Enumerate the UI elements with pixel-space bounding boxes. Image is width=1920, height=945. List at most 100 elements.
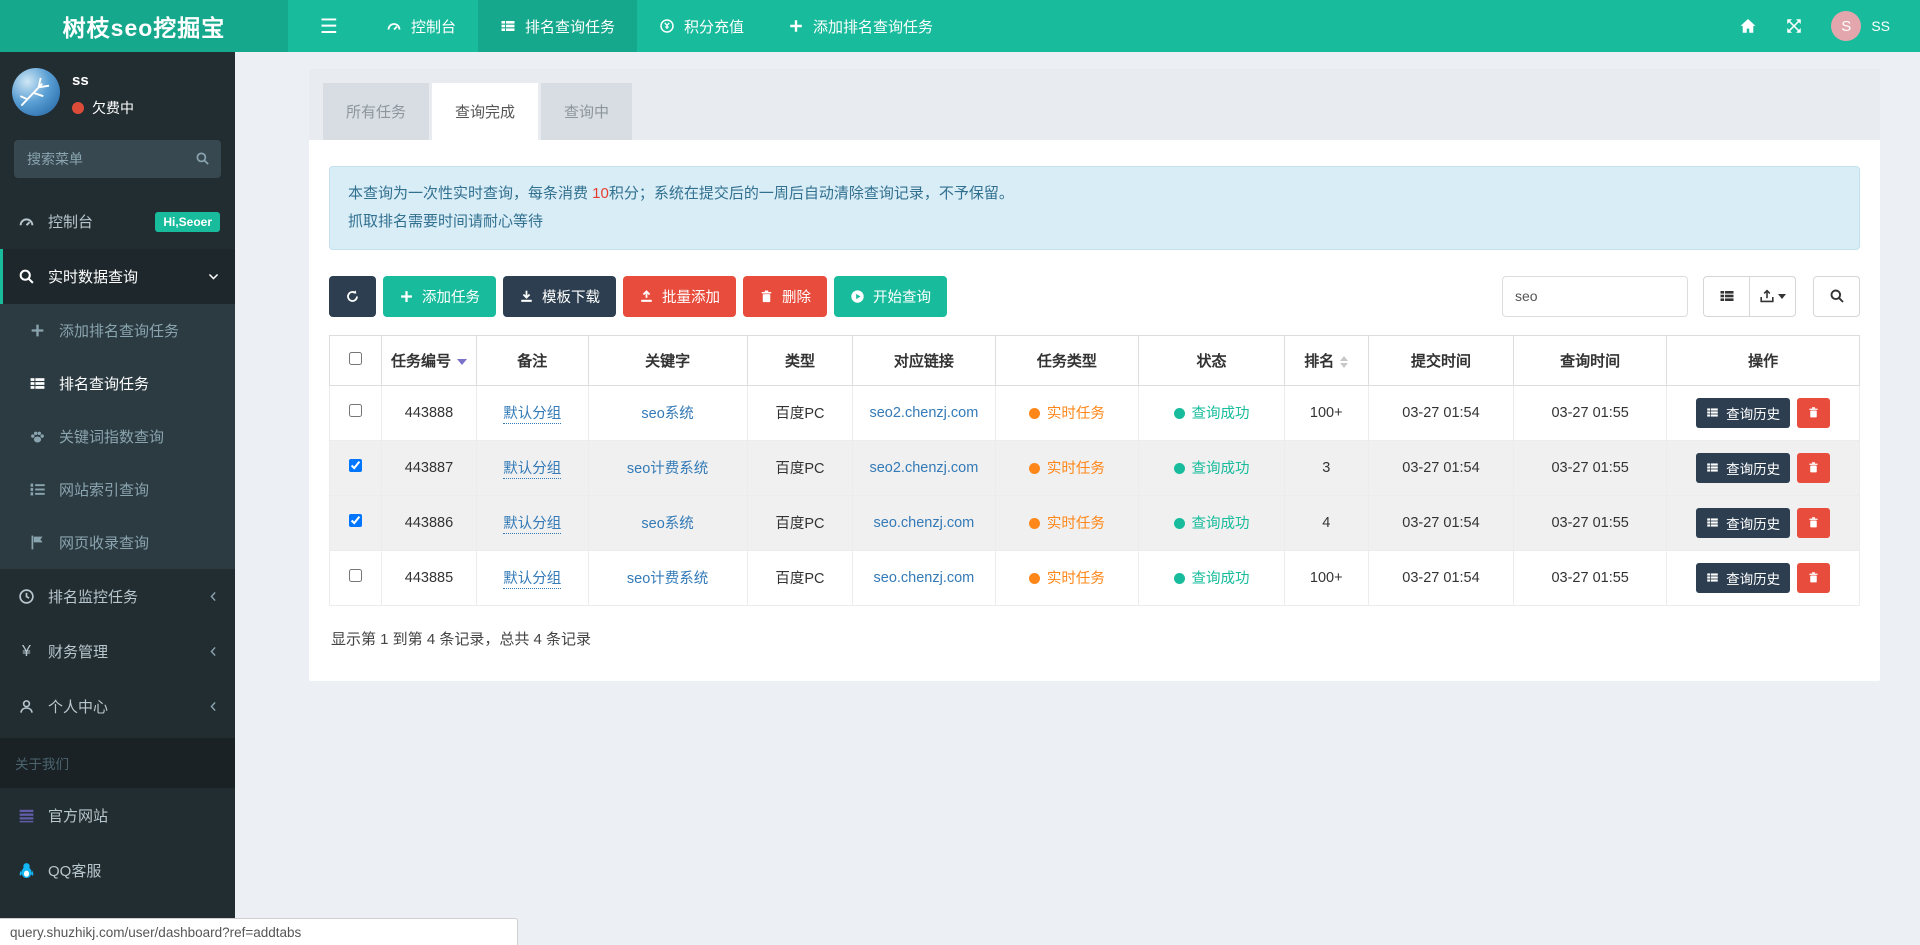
topnav-rank-query-tasks[interactable]: 排名查询任务 bbox=[478, 0, 637, 52]
col-header[interactable]: 查询时间 bbox=[1514, 335, 1667, 385]
col-header[interactable]: 提交时间 bbox=[1368, 335, 1513, 385]
col-header-label: 对应链接 bbox=[894, 353, 954, 370]
sidebar-item-finance[interactable]: ¥ 财务管理 bbox=[0, 624, 235, 679]
target-link[interactable]: seo2.chenzj.com bbox=[869, 460, 978, 476]
search-icon[interactable] bbox=[195, 151, 210, 166]
row-checkbox[interactable] bbox=[349, 404, 362, 417]
sidebar-menu: 控制台 Hi,Seoer 实时数据查询 添加排名查询任务 排名查询任务 关键词指… bbox=[0, 194, 235, 898]
tab-query-done[interactable]: 查询完成 bbox=[432, 83, 538, 140]
start-query-button[interactable]: 开始查询 bbox=[834, 276, 947, 317]
row-delete-button[interactable] bbox=[1797, 508, 1830, 538]
cell-group: 默认分组 bbox=[476, 550, 588, 605]
col-header[interactable]: 类型 bbox=[747, 335, 853, 385]
user-avatar[interactable] bbox=[12, 68, 60, 116]
tab-query-running[interactable]: 查询中 bbox=[541, 83, 632, 140]
sidebar-item-profile[interactable]: 个人中心 bbox=[0, 679, 235, 734]
sidebar-item-rank-query-tasks[interactable]: 排名查询任务 bbox=[0, 357, 235, 410]
cell-link: seo.chenzj.com bbox=[853, 495, 995, 550]
tab-all-tasks[interactable]: 所有任务 bbox=[323, 83, 429, 140]
keyword-link[interactable]: seo计费系统 bbox=[627, 571, 708, 587]
columns-toggle-button[interactable] bbox=[1703, 276, 1750, 317]
topnav-dashboard[interactable]: 控制台 bbox=[364, 0, 478, 52]
sidebar-search-input[interactable] bbox=[14, 140, 221, 178]
sidebar-item-keyword-index-query[interactable]: 关键词指数查询 bbox=[0, 410, 235, 463]
col-header-label: 类型 bbox=[785, 353, 815, 370]
sidebar-item-qq-support[interactable]: QQ客服 bbox=[0, 843, 235, 898]
group-link[interactable]: 默认分组 bbox=[503, 461, 561, 479]
col-header[interactable]: 状态 bbox=[1139, 335, 1284, 385]
sidebar-item-label: 网站索引查询 bbox=[59, 479, 149, 500]
group-link[interactable]: 默认分组 bbox=[503, 406, 561, 424]
fullscreen-icon[interactable] bbox=[1785, 17, 1803, 35]
row-checkbox[interactable] bbox=[349, 459, 362, 472]
sidebar-toggle-button[interactable]: ☰ bbox=[294, 0, 364, 52]
sidebar-item-dashboard[interactable]: 控制台 Hi,Seoer bbox=[0, 194, 235, 249]
cell-actions: 查询历史 bbox=[1667, 385, 1860, 440]
group-link[interactable]: 默认分组 bbox=[503, 571, 561, 589]
sidebar-user-panel: ss 欠费中 bbox=[0, 52, 235, 130]
sidebar-item-rank-monitor-tasks[interactable]: 排名监控任务 bbox=[0, 569, 235, 624]
select-all-checkbox[interactable] bbox=[349, 352, 362, 365]
cell-status: 查询成功 bbox=[1139, 550, 1284, 605]
row-delete-button[interactable] bbox=[1797, 453, 1830, 483]
cell-task-id: 443885 bbox=[382, 550, 477, 605]
export-icon bbox=[1759, 288, 1775, 304]
refresh-button[interactable] bbox=[329, 276, 376, 317]
keyword-link[interactable]: seo计费系统 bbox=[627, 461, 708, 477]
target-link[interactable]: seo.chenzj.com bbox=[874, 570, 975, 586]
row-delete-button[interactable] bbox=[1797, 398, 1830, 428]
col-header[interactable]: 关键字 bbox=[588, 335, 747, 385]
row-checkbox[interactable] bbox=[349, 514, 362, 527]
batch-add-button[interactable]: 批量添加 bbox=[623, 276, 736, 317]
col-header[interactable]: 对应链接 bbox=[853, 335, 995, 385]
sidebar-item-realtime-query[interactable]: 实时数据查询 bbox=[0, 249, 235, 304]
col-header[interactable]: 排名 bbox=[1284, 335, 1368, 385]
user-menu[interactable]: S SS bbox=[1831, 11, 1890, 41]
cell-type: 百度PC bbox=[747, 550, 853, 605]
table-search-button[interactable] bbox=[1813, 276, 1860, 317]
topnav-add-rank-task[interactable]: 添加排名查询任务 bbox=[766, 0, 955, 52]
hamburger-icon: ☰ bbox=[320, 14, 338, 39]
col-header-label: 任务编号 bbox=[391, 353, 451, 370]
home-icon[interactable] bbox=[1739, 17, 1757, 35]
export-button[interactable] bbox=[1749, 276, 1796, 317]
col-header[interactable]: 任务类型 bbox=[995, 335, 1139, 385]
col-header[interactable]: 任务编号 bbox=[382, 335, 477, 385]
cell-task-id: 443888 bbox=[382, 385, 477, 440]
sidebar-item-official-site[interactable]: 官方网站 bbox=[0, 788, 235, 843]
query-history-button[interactable]: 查询历史 bbox=[1696, 453, 1790, 483]
row-checkbox[interactable] bbox=[349, 569, 362, 582]
query-history-button[interactable]: 查询历史 bbox=[1696, 508, 1790, 538]
keyword-link[interactable]: seo系统 bbox=[641, 406, 693, 422]
sidebar-item-page-inclusion-query[interactable]: 网页收录查询 bbox=[0, 516, 235, 569]
group-link[interactable]: 默认分组 bbox=[503, 516, 561, 534]
status-dot bbox=[1174, 408, 1185, 419]
status-label: 查询成功 bbox=[1192, 516, 1250, 532]
table-search-input[interactable] bbox=[1502, 276, 1688, 317]
row-delete-button[interactable] bbox=[1797, 563, 1830, 593]
pagination-summary: 显示第 1 到第 4 条记录，总共 4 条记录 bbox=[329, 606, 1860, 653]
target-link[interactable]: seo.chenzj.com bbox=[874, 515, 975, 531]
cell-submit-time: 03-27 01:54 bbox=[1368, 440, 1513, 495]
brand-logo[interactable]: 树枝seo挖掘宝 bbox=[0, 0, 288, 52]
coin-icon bbox=[659, 18, 675, 34]
template-download-button[interactable]: 模板下载 bbox=[503, 276, 616, 317]
cell-select bbox=[330, 440, 382, 495]
cell-query-time: 03-27 01:55 bbox=[1514, 385, 1667, 440]
target-link[interactable]: seo2.chenzj.com bbox=[869, 405, 978, 421]
cell-status: 查询成功 bbox=[1139, 440, 1284, 495]
query-history-button[interactable]: 查询历史 bbox=[1696, 563, 1790, 593]
cell-rank: 4 bbox=[1284, 495, 1368, 550]
col-header[interactable]: 操作 bbox=[1667, 335, 1860, 385]
keyword-link[interactable]: seo系统 bbox=[641, 516, 693, 532]
delete-button[interactable]: 删除 bbox=[743, 276, 827, 317]
sidebar-item-site-index-query[interactable]: 网站索引查询 bbox=[0, 463, 235, 516]
sidebar-item-add-rank-task[interactable]: 添加排名查询任务 bbox=[0, 304, 235, 357]
main-content: 控制台 实时数据查询 所有任务 查询完成 查询中 本查询为一次性实时查询，每条消… bbox=[235, 0, 1920, 681]
col-header[interactable]: 备注 bbox=[476, 335, 588, 385]
add-task-button[interactable]: 添加任务 bbox=[383, 276, 496, 317]
sidebar-user-name: ss bbox=[72, 72, 134, 89]
query-history-button[interactable]: 查询历史 bbox=[1696, 398, 1790, 428]
browser-status-bar: query.shuzhikj.com/user/dashboard?ref=ad… bbox=[0, 918, 518, 945]
topnav-recharge[interactable]: 积分充值 bbox=[637, 0, 766, 52]
